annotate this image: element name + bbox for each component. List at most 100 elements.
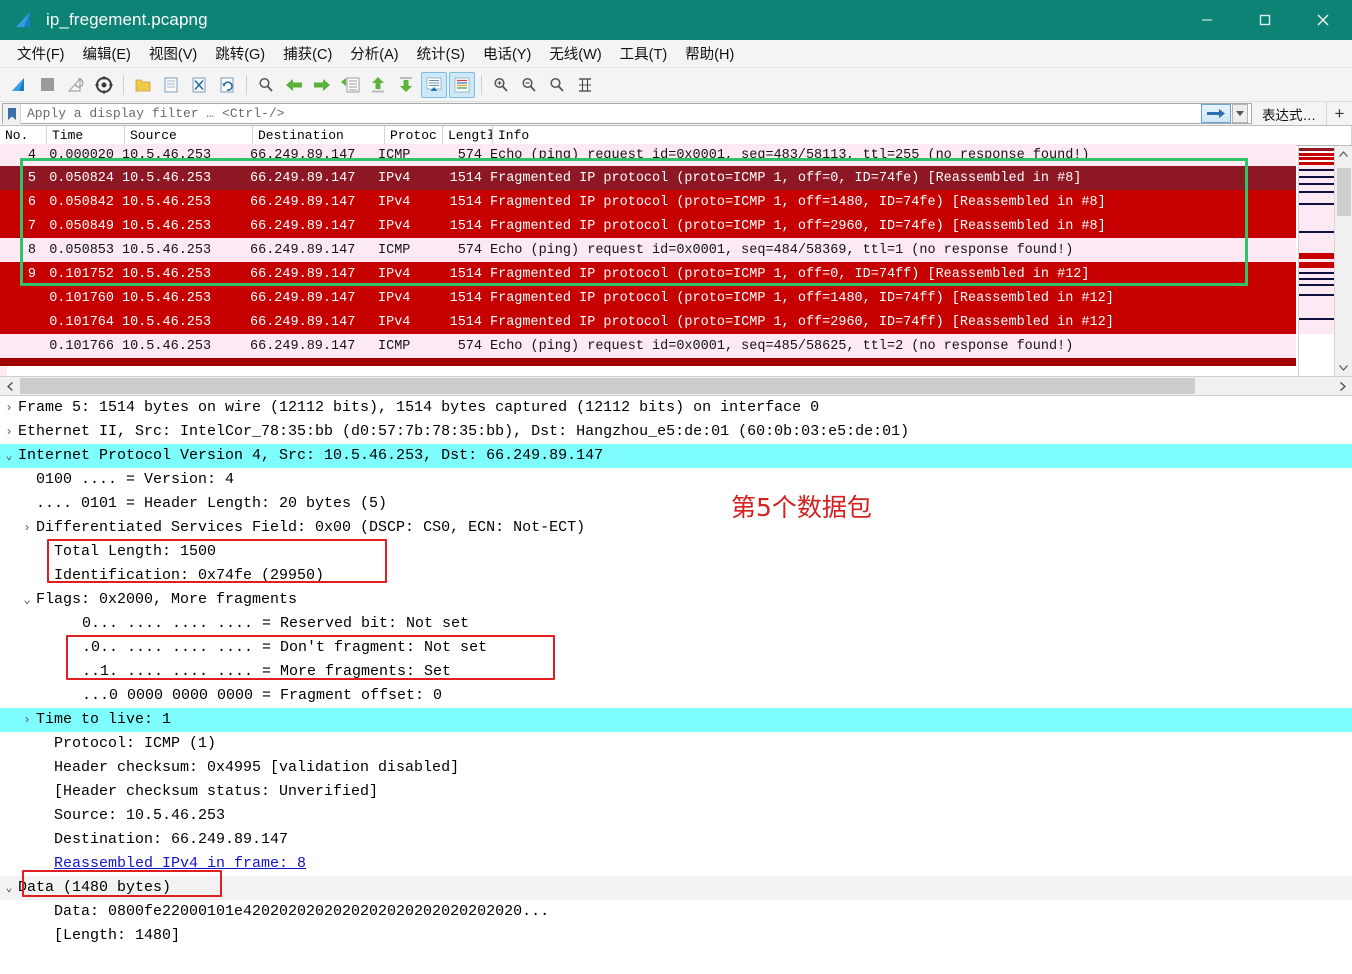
filter-input-container[interactable]: Apply a display filter … <Ctrl-/>	[2, 103, 1252, 124]
menu-go[interactable]: 跳转(G)	[206, 41, 274, 66]
table-row[interactable]: 0.101760 10.5.46.253 66.249.89.147 IPv4 …	[0, 286, 1296, 310]
detail-row-checksum-status[interactable]: [Header checksum status: Unverified]	[0, 780, 1352, 804]
hscroll-thumb[interactable]	[20, 378, 1195, 394]
detail-row-fragment-offset[interactable]: ...0 0000 0000 0000 = Fragment offset: 0	[0, 684, 1352, 708]
hscroll-right-arrow-icon[interactable]	[1332, 377, 1352, 395]
detail-row-frame[interactable]: › Frame 5: 1514 bytes on wire (12112 bit…	[0, 396, 1352, 420]
detail-row-header-checksum[interactable]: Header checksum: 0x4995 [validation disa…	[0, 756, 1352, 780]
hscroll-track[interactable]	[20, 377, 1332, 395]
column-header-info[interactable]: Info	[493, 126, 1352, 145]
scroll-up-arrow-icon[interactable]	[1335, 146, 1352, 163]
detail-row-version[interactable]: 0100 .... = Version: 4	[0, 468, 1352, 492]
close-button[interactable]	[1294, 0, 1352, 40]
detail-row-dont-fragment[interactable]: .0.. .... .... .... = Don't fragment: No…	[0, 636, 1352, 660]
menu-view[interactable]: 视图(V)	[140, 41, 206, 66]
packet-details-pane[interactable]: › Frame 5: 1514 bytes on wire (12112 bit…	[0, 396, 1352, 974]
hscroll-left-arrow-icon[interactable]	[0, 377, 20, 395]
detail-row-dsfield[interactable]: › Differentiated Services Field: 0x00 (D…	[0, 516, 1352, 540]
reload-file-icon[interactable]	[214, 72, 240, 98]
menu-telephony[interactable]: 电话(Y)	[474, 41, 540, 66]
detail-row-ipv4[interactable]: ⌄ Internet Protocol Version 4, Src: 10.5…	[0, 444, 1352, 468]
menu-capture[interactable]: 捕获(C)	[274, 41, 341, 66]
zoom-out-icon[interactable]	[516, 72, 542, 98]
bookmark-icon[interactable]	[3, 103, 21, 124]
chevron-down-icon[interactable]: ⌄	[0, 876, 18, 900]
detail-row-reserved-bit[interactable]: 0... .... .... .... = Reserved bit: Not …	[0, 612, 1352, 636]
apply-filter-button[interactable]	[1201, 104, 1231, 123]
detail-row-more-fragments[interactable]: ..1. .... .... .... = More fragments: Se…	[0, 660, 1352, 684]
close-file-icon[interactable]	[186, 72, 212, 98]
detail-row-destination[interactable]: Destination: 66.249.89.147	[0, 828, 1352, 852]
zoom-in-icon[interactable]	[488, 72, 514, 98]
go-first-packet-icon[interactable]	[365, 72, 391, 98]
column-header-time[interactable]: Time	[47, 126, 125, 145]
auto-scroll-icon[interactable]	[421, 71, 447, 98]
go-to-packet-icon[interactable]	[337, 72, 363, 98]
add-filter-button-button[interactable]: +	[1326, 102, 1352, 125]
table-row[interactable]: 9 0.101752 10.5.46.253 66.249.89.147 IPv…	[0, 262, 1296, 286]
column-header-protocol[interactable]: Protoc	[385, 126, 443, 145]
menu-file[interactable]: 文件(F)	[8, 41, 74, 66]
detail-row-reassembled-link[interactable]: Reassembled IPv4 in frame: 8	[0, 852, 1352, 876]
minimize-button[interactable]	[1178, 0, 1236, 40]
detail-row-identification[interactable]: Identification: 0x74fe (29950)	[0, 564, 1352, 588]
detail-row-flags[interactable]: ⌄ Flags: 0x2000, More fragments	[0, 588, 1352, 612]
zoom-reset-icon[interactable]	[544, 72, 570, 98]
table-row[interactable]: 8 0.050853 10.5.46.253 66.249.89.147 ICM…	[0, 238, 1296, 262]
menu-edit[interactable]: 编辑(E)	[74, 41, 140, 66]
maximize-button[interactable]	[1236, 0, 1294, 40]
filter-input[interactable]: Apply a display filter … <Ctrl-/>	[21, 106, 1201, 121]
chevron-down-icon[interactable]: ⌄	[18, 588, 36, 612]
table-row[interactable]: 6 0.050842 10.5.46.253 66.249.89.147 IPv…	[0, 190, 1296, 214]
go-last-packet-icon[interactable]	[393, 72, 419, 98]
detail-row-data-hex[interactable]: Data: 0800fe22000101e4202020202020202020…	[0, 900, 1352, 924]
chevron-right-icon[interactable]: ›	[18, 708, 36, 732]
packet-list-body[interactable]: 4 0.000020 10.5.46.253 66.249.89.147 ICM…	[0, 144, 1352, 366]
detail-row-source[interactable]: Source: 10.5.46.253	[0, 804, 1352, 828]
go-forward-icon[interactable]	[309, 72, 335, 98]
stop-capture-icon[interactable]	[35, 72, 61, 98]
detail-row-header-length[interactable]: .... 0101 = Header Length: 20 bytes (5)	[0, 492, 1352, 516]
menu-statistics[interactable]: 统计(S)	[408, 41, 474, 66]
restart-capture-icon[interactable]	[63, 72, 89, 98]
column-header-length[interactable]: Lengtł	[443, 126, 493, 145]
filter-expression-button[interactable]: 表达式…	[1252, 102, 1326, 125]
column-header-source[interactable]: Source	[125, 126, 253, 145]
table-row[interactable]: 5 0.050824 10.5.46.253 66.249.89.147 IPv…	[0, 166, 1296, 190]
column-header-no[interactable]: No.	[0, 126, 47, 145]
menu-analyze[interactable]: 分析(A)	[341, 41, 407, 66]
detail-row-ttl[interactable]: › Time to live: 1	[0, 708, 1352, 732]
detail-row-data[interactable]: ⌄ Data (1480 bytes)	[0, 876, 1352, 900]
reassembled-frame-link[interactable]: Reassembled IPv4 in frame: 8	[54, 852, 306, 876]
capture-options-icon[interactable]	[91, 72, 117, 98]
packet-list-horizontal-scrollbar[interactable]	[0, 376, 1352, 396]
packet-list-vertical-scrollbar[interactable]	[1334, 146, 1352, 376]
scroll-down-arrow-icon[interactable]	[1335, 359, 1352, 376]
table-row[interactable]: 7 0.050849 10.5.46.253 66.249.89.147 IPv…	[0, 214, 1296, 238]
detail-row-protocol[interactable]: Protocol: ICMP (1)	[0, 732, 1352, 756]
detail-row-data-length[interactable]: [Length: 1480]	[0, 924, 1352, 948]
scroll-thumb[interactable]	[1337, 168, 1351, 216]
save-file-icon[interactable]	[158, 72, 184, 98]
start-capture-icon[interactable]	[7, 72, 33, 98]
detail-row-total-length[interactable]: Total Length: 1500	[0, 540, 1352, 564]
menu-tools[interactable]: 工具(T)	[611, 41, 677, 66]
column-header-destination[interactable]: Destination	[253, 126, 385, 145]
filter-history-dropdown[interactable]	[1232, 104, 1248, 123]
table-row[interactable]: 0.101764 10.5.46.253 66.249.89.147 IPv4 …	[0, 310, 1296, 334]
chevron-right-icon[interactable]: ›	[0, 420, 18, 444]
chevron-right-icon[interactable]: ›	[0, 396, 18, 420]
find-packet-icon[interactable]	[253, 72, 279, 98]
table-row[interactable]: 4 0.000020 10.5.46.253 66.249.89.147 ICM…	[0, 144, 1296, 166]
intelligent-scrollbar[interactable]	[1298, 146, 1334, 376]
open-file-icon[interactable]	[130, 72, 156, 98]
menu-wireless[interactable]: 无线(W)	[540, 41, 610, 66]
menu-help[interactable]: 帮助(H)	[676, 41, 743, 66]
table-row[interactable]: 0.101766 10.5.46.253 66.249.89.147 ICMP …	[0, 334, 1296, 358]
chevron-down-icon[interactable]: ⌄	[0, 444, 18, 468]
colorize-icon[interactable]	[449, 71, 475, 98]
resize-columns-icon[interactable]	[572, 72, 598, 98]
detail-row-ethernet[interactable]: › Ethernet II, Src: IntelCor_78:35:bb (d…	[0, 420, 1352, 444]
chevron-right-icon[interactable]: ›	[18, 516, 36, 540]
go-back-icon[interactable]	[281, 72, 307, 98]
